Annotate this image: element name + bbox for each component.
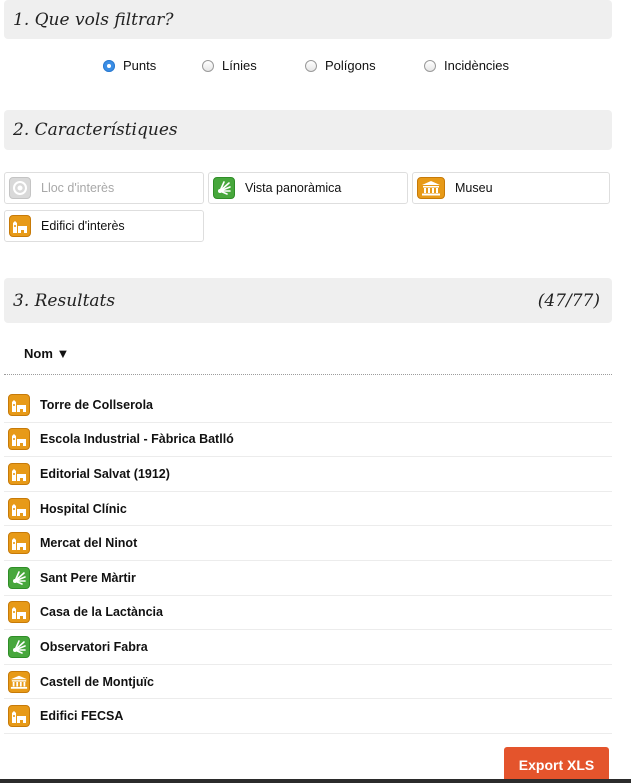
edifici-icon xyxy=(8,497,30,520)
result-row[interactable]: Observatori Fabra xyxy=(4,630,612,665)
characteristics-section-header: 2. Característiques xyxy=(4,110,612,150)
filter-section-header: 1. Que vols filtrar? xyxy=(4,0,612,39)
edifici-icon xyxy=(8,601,30,624)
radio-label: Incidències xyxy=(444,58,510,73)
result-row[interactable]: Casa de la Lactància xyxy=(4,596,612,631)
result-name: Casa de la Lactància xyxy=(40,605,163,620)
chip-label: Lloc d'interès xyxy=(41,181,115,195)
museu-icon xyxy=(417,177,445,199)
result-row[interactable]: Mercat del Ninot xyxy=(4,526,612,561)
edifici-icon xyxy=(8,532,30,555)
radio-label: Punts xyxy=(123,58,157,73)
result-name: Hospital Clínic xyxy=(40,501,127,516)
bottom-divider xyxy=(0,779,631,783)
result-row[interactable]: Castell de Montjuïc xyxy=(4,665,612,700)
chip-label: Vista panoràmica xyxy=(245,181,342,195)
result-name: Castell de Montjuïc xyxy=(40,674,154,689)
chip-edifici-interes[interactable]: Edifici d'interès xyxy=(4,210,204,242)
radio-label: Línies xyxy=(222,58,257,73)
result-row[interactable]: Torre de Collserola xyxy=(4,388,612,423)
result-name: Sant Pere Màrtir xyxy=(40,570,136,585)
result-row[interactable]: Edifici FECSA xyxy=(4,699,612,734)
result-name: Edifici FECSA xyxy=(40,709,124,724)
vista-panoramica-icon xyxy=(213,177,235,199)
vista-panoramica-icon xyxy=(8,635,30,658)
geometry-type-radio-group: Punts Línies Polígons Incidències xyxy=(0,58,631,78)
result-row[interactable]: Editorial Salvat (1912) xyxy=(4,457,612,492)
museu-icon xyxy=(8,670,30,693)
export-xls-button[interactable]: Export XLS xyxy=(504,747,609,783)
lloc-icon xyxy=(9,177,31,199)
edifici-icon xyxy=(8,428,30,451)
results-list: Torre de Collserola Escola Industrial - F… xyxy=(4,388,612,734)
chip-vista-panoramica[interactable]: Vista panoràmica xyxy=(208,172,408,204)
chip-lloc-interes[interactable]: Lloc d'interès xyxy=(4,172,204,204)
results-count: (47/77) xyxy=(537,290,600,311)
result-name: Escola Industrial - Fàbrica Batlló xyxy=(40,432,234,447)
result-name: Observatori Fabra xyxy=(40,639,148,654)
edifici-icon xyxy=(8,705,30,728)
column-header-divider xyxy=(4,374,612,375)
result-name: Mercat del Ninot xyxy=(40,536,138,551)
filter-section-title: 1. Que vols filtrar? xyxy=(13,9,174,30)
column-header-nom-sort[interactable]: Nom ▼ xyxy=(24,346,69,361)
edifici-icon xyxy=(8,462,30,485)
radio-button[interactable] xyxy=(202,59,214,72)
result-name: Editorial Salvat (1912) xyxy=(40,466,170,481)
result-row[interactable]: Sant Pere Màrtir xyxy=(4,561,612,596)
radio-label: Polígons xyxy=(325,58,376,73)
result-row[interactable]: Hospital Clínic xyxy=(4,492,612,527)
result-name: Torre de Collserola xyxy=(40,397,153,412)
result-row[interactable]: Escola Industrial - Fàbrica Batlló xyxy=(4,423,612,458)
characteristics-section-title: 2. Característiques xyxy=(13,120,178,140)
radio-linies[interactable]: Línies xyxy=(202,58,257,73)
radio-poligons[interactable]: Polígons xyxy=(305,58,376,73)
radio-incidencies[interactable]: Incidències xyxy=(424,58,509,73)
radio-punts[interactable]: Punts xyxy=(103,58,156,73)
chip-label: Museu xyxy=(455,181,493,195)
radio-button-checked[interactable] xyxy=(103,59,115,72)
edifici-icon xyxy=(8,393,30,416)
vista-panoramica-icon xyxy=(8,566,30,589)
results-section-header: 3. Resultats (47/77) xyxy=(4,278,612,323)
edifici-icon xyxy=(9,215,31,237)
radio-button[interactable] xyxy=(424,59,436,72)
chip-label: Edifici d'interès xyxy=(41,219,125,233)
chip-museu[interactable]: Museu xyxy=(412,172,610,204)
radio-button[interactable] xyxy=(305,59,317,72)
results-section-title: 3. Resultats xyxy=(13,290,116,311)
